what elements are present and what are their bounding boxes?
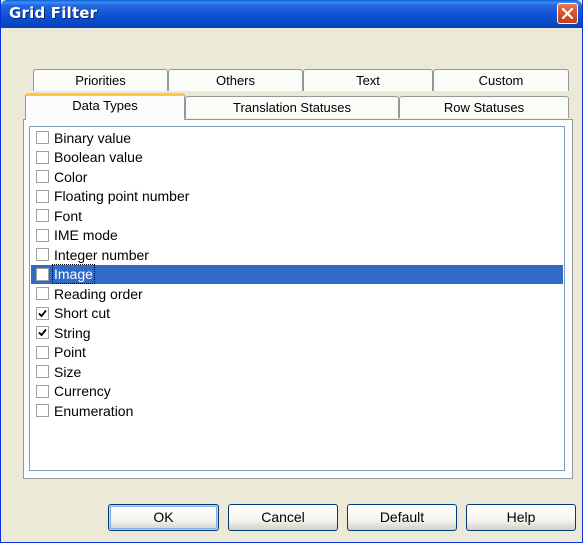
list-item-label: Color [54, 168, 88, 185]
checkbox[interactable] [36, 189, 49, 203]
checkbox[interactable] [36, 287, 49, 301]
list-item[interactable]: Binary value [31, 128, 563, 148]
list-item[interactable]: Color [31, 167, 563, 187]
list-item[interactable]: Size [31, 362, 563, 382]
close-button[interactable] [557, 3, 578, 24]
tab-label: Custom [478, 73, 524, 88]
tab-label: Data Types [72, 98, 138, 113]
list-item[interactable]: Enumeration [31, 401, 563, 421]
list-item-label: Short cut [54, 305, 111, 322]
list-item-label: Integer number [54, 246, 149, 263]
tab-panel-data-types: Binary value Boolean value Color Floating p… [23, 119, 573, 479]
checkmark-icon [38, 309, 47, 318]
checkbox[interactable] [36, 326, 49, 340]
list-item[interactable]: Floating point number [31, 187, 563, 207]
tab-label: Row Statuses [443, 100, 525, 115]
list-item-label: Currency [54, 383, 111, 400]
checkbox[interactable] [36, 228, 49, 242]
tab-translation-statuses[interactable]: Translation Statuses [185, 96, 399, 118]
tab-row-statuses[interactable]: Row Statuses [399, 96, 569, 118]
list-item-label: Reading order [54, 285, 143, 302]
list-item[interactable]: Short cut [31, 304, 563, 324]
default-button[interactable]: Default [347, 504, 457, 531]
checkbox[interactable] [36, 131, 49, 145]
list-item[interactable]: IME mode [31, 226, 563, 246]
tab-label: Text [356, 73, 380, 88]
list-item-label: IME mode [54, 227, 118, 244]
help-button[interactable]: Help [466, 504, 576, 531]
title-bar[interactable]: Grid Filter [1, 0, 582, 28]
list-item[interactable]: Integer number [31, 245, 563, 265]
tab-custom[interactable]: Custom [433, 69, 569, 91]
list-item[interactable]: String [31, 323, 563, 343]
checkbox[interactable] [36, 365, 49, 379]
checkbox[interactable] [36, 267, 49, 281]
tab-text[interactable]: Text [303, 69, 433, 91]
list-item-label: Floating point number [54, 188, 190, 205]
grid-filter-dialog: Grid Filter Priorities Others Text Custo… [0, 0, 583, 543]
list-item[interactable]: Reading order [31, 284, 563, 304]
checkbox[interactable] [36, 209, 49, 223]
tab-priorities[interactable]: Priorities [33, 69, 168, 91]
list-item[interactable]: Boolean value [31, 148, 563, 168]
list-item-label: Point [54, 344, 86, 361]
checkbox[interactable] [36, 345, 49, 359]
window-title: Grid Filter [9, 4, 98, 22]
checkbox[interactable] [36, 170, 49, 184]
list-item[interactable]: Font [31, 206, 563, 226]
checkbox[interactable] [36, 150, 49, 164]
cancel-button[interactable]: Cancel [228, 504, 338, 531]
list-item-label: Boolean value [54, 149, 143, 166]
tab-label: Translation Statuses [232, 100, 352, 115]
tab-data-types[interactable]: Data Types [25, 93, 185, 120]
tab-label: Others [215, 73, 255, 88]
checkbox[interactable] [36, 404, 49, 418]
list-item-label: Size [54, 363, 82, 380]
list-item[interactable]: Image [31, 264, 563, 285]
checkbox[interactable] [36, 306, 49, 320]
checkmark-icon [38, 329, 47, 337]
checkbox[interactable] [36, 384, 49, 398]
list-item[interactable]: Point [31, 343, 563, 363]
list-item-label: Font [54, 207, 83, 224]
ok-button[interactable]: OK [108, 504, 219, 531]
checkbox[interactable] [36, 248, 49, 262]
list-item-label: Image [52, 264, 95, 285]
list-item-label: Enumeration [54, 402, 134, 419]
tab-label: Priorities [75, 73, 126, 88]
list-item[interactable]: Currency [31, 382, 563, 402]
list-item-label: String [54, 324, 91, 341]
tab-others[interactable]: Others [168, 69, 303, 91]
data-types-checklist[interactable]: Binary value Boolean value Color Floating p… [29, 126, 565, 471]
list-item-label: Binary value [54, 129, 132, 146]
